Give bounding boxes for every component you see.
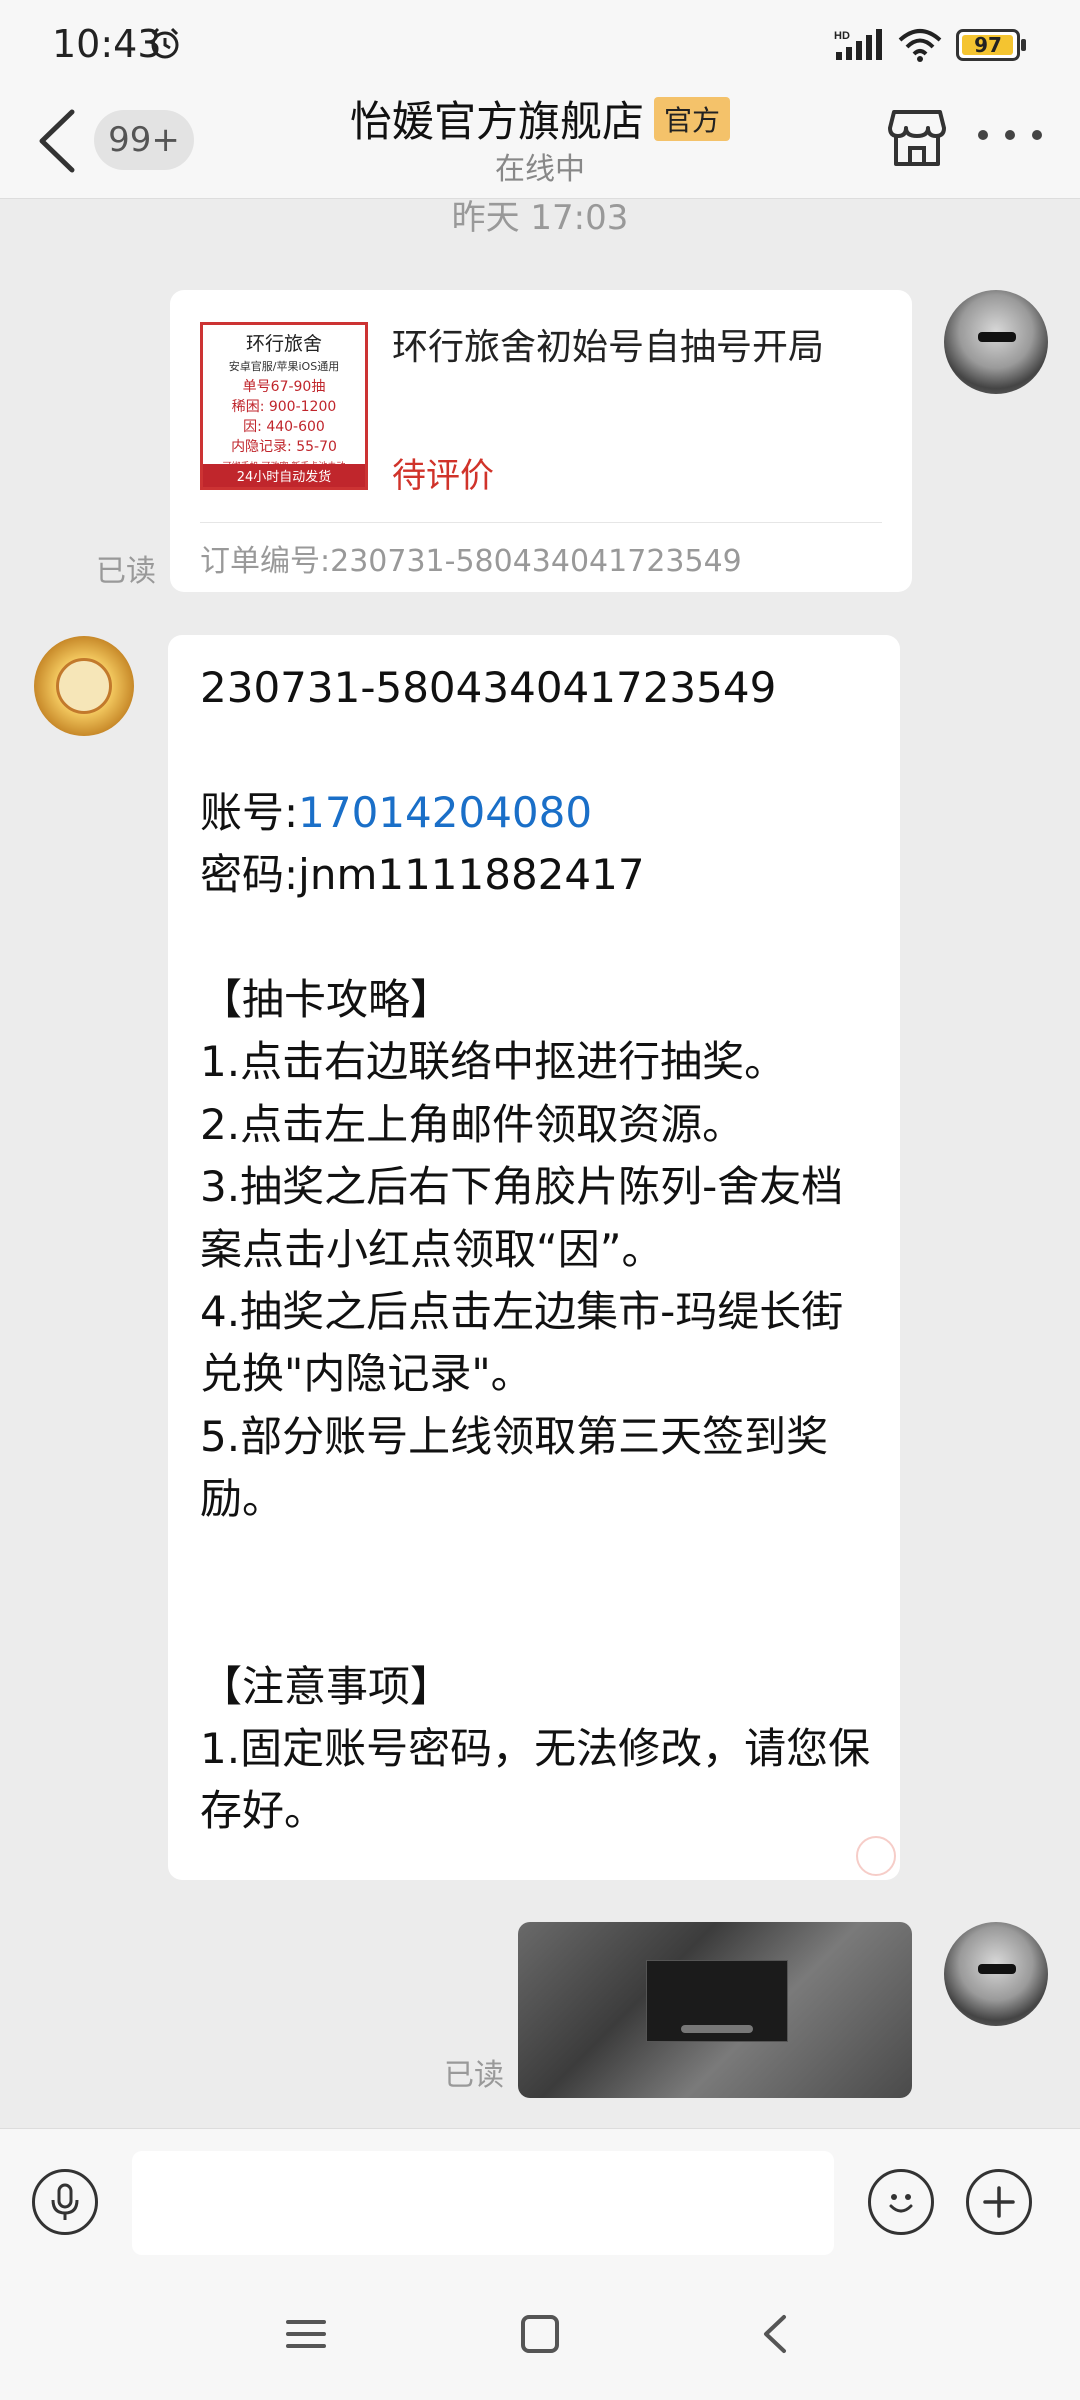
thumb-line: 因: 440-600: [243, 419, 325, 435]
more-options-icon[interactable]: [978, 130, 1042, 146]
account-label: 账号:: [200, 787, 299, 837]
battery-level: 97: [974, 33, 1002, 57]
menu-nav-icon[interactable]: [286, 2314, 326, 2354]
plus-icon: [983, 2186, 1015, 2218]
add-button[interactable]: [966, 2169, 1032, 2235]
input-bar: [0, 2128, 1080, 2275]
wifi-icon: [898, 29, 942, 62]
thumb-line: 单号67-90抽: [242, 379, 326, 395]
read-receipt: 已读: [444, 2058, 504, 2093]
order-card[interactable]: 环行旅舍 安卓官服/苹果iOS通用 单号67-90抽 稀困: 900-1200 …: [170, 290, 912, 592]
image-message[interactable]: [518, 1922, 912, 2098]
watermark-stamp: [856, 1836, 896, 1876]
emoji-button[interactable]: [868, 2169, 934, 2235]
account-number-link[interactable]: 17014204080: [298, 788, 592, 837]
system-navigation-bar: [0, 2274, 1080, 2400]
back-nav-icon[interactable]: [756, 2314, 796, 2354]
divider: [200, 522, 882, 523]
message-body: 【抽卡攻略】 1.点击右边联络中抠进行抽奖。 2.点击左上角邮件领取资源。 3.…: [200, 975, 871, 1836]
thumb-line: 环行旅舍: [245, 333, 322, 355]
thumb-line: 24小时自动发货: [203, 464, 365, 487]
voice-button[interactable]: [32, 2169, 98, 2235]
status-bar: 10:43 HD 97: [0, 0, 1080, 88]
network-label: HD: [834, 30, 850, 42]
shop-avatar[interactable]: [34, 636, 134, 736]
password-line: 密码:jnm1111882417: [200, 850, 645, 900]
battery-icon: 97: [956, 29, 1026, 61]
thumb-line: 安卓官服/苹果iOS通用: [228, 360, 340, 373]
cellular-signal-icon: HD: [834, 29, 882, 60]
microphone-icon: [51, 2183, 79, 2220]
thumb-line: 稀困: 900-1200: [231, 399, 337, 415]
alarm-icon: [151, 27, 179, 59]
product-thumbnail: 环行旅舍 安卓官服/苹果iOS通用 单号67-90抽 稀困: 900-1200 …: [200, 322, 368, 490]
shop-message-bubble[interactable]: 230731-580434041723549 账号:17014204080 密码…: [168, 635, 900, 1880]
home-nav-icon[interactable]: [520, 2314, 560, 2354]
status-icons: HD 97: [834, 28, 1026, 62]
official-tag: 官方: [654, 97, 731, 141]
store-icon[interactable]: [888, 108, 946, 168]
message-timestamp: 昨天 17:03: [451, 198, 629, 238]
chat-header: 99+ 怡媛官方旗舰店 官方 在线中: [0, 88, 1080, 199]
screenshot-dialog: [646, 1960, 788, 2042]
user-avatar[interactable]: [944, 1922, 1048, 2026]
message-input[interactable]: [132, 2151, 834, 2255]
order-status: 待评价: [392, 456, 494, 496]
order-number: 订单编号:230731-580434041723549: [200, 544, 742, 579]
shop-name: 怡媛官方旗舰店: [349, 97, 644, 146]
product-title: 环行旅舍初始号自抽号开局: [392, 327, 825, 368]
message-text: 230731-580434041723549 账号:17014204080 密码…: [200, 657, 880, 1843]
status-time: 10:43: [52, 22, 162, 66]
read-receipt: 已读: [96, 554, 156, 589]
user-avatar[interactable]: [944, 290, 1048, 394]
smiley-icon: [889, 2194, 913, 2213]
thumb-line: 内隐记录: 55-70: [231, 439, 337, 455]
message-order-line: 230731-580434041723549: [200, 663, 777, 712]
